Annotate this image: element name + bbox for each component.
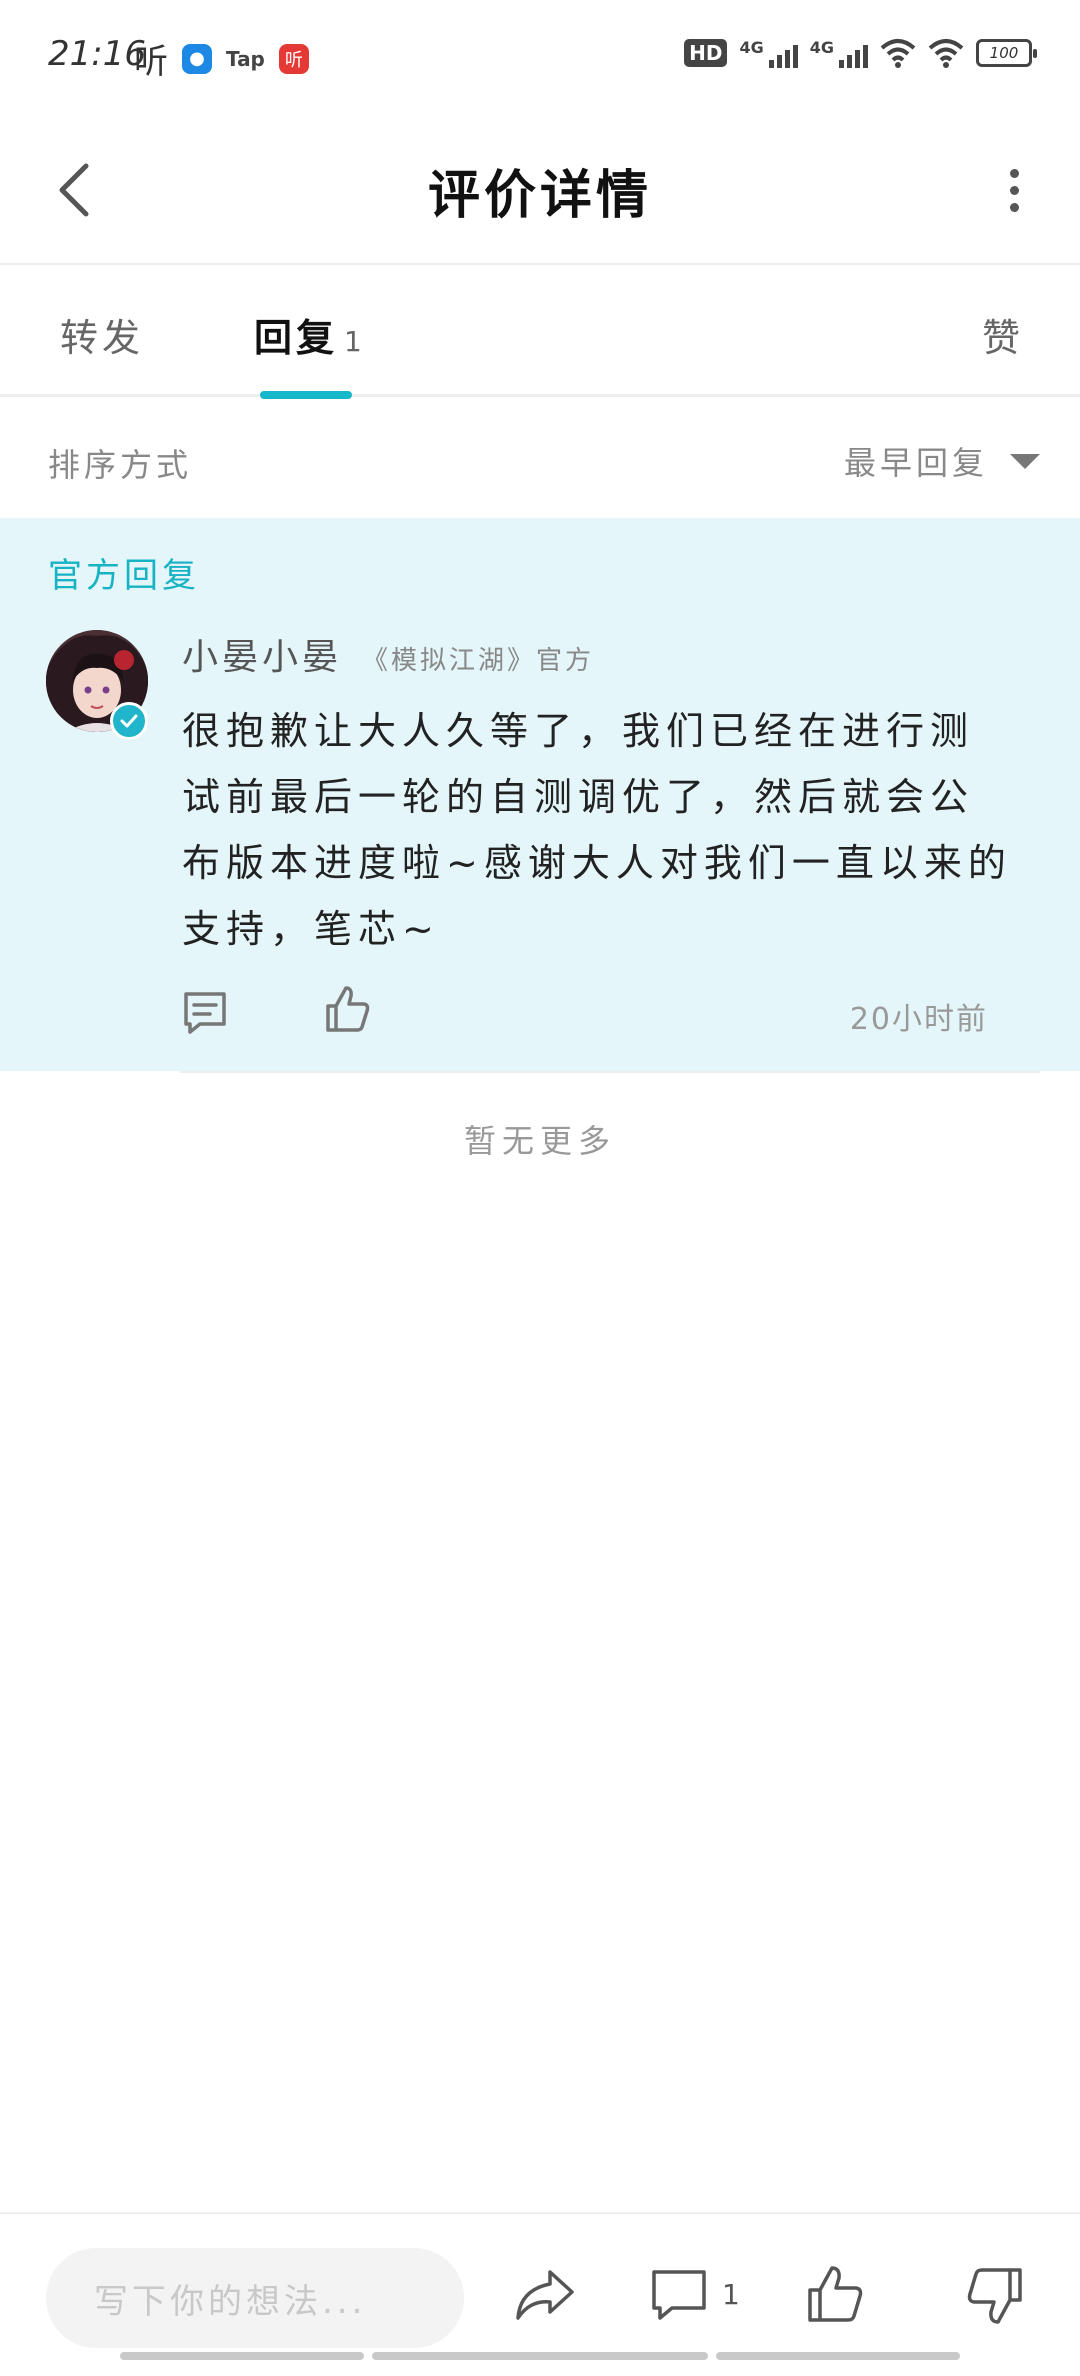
more-vertical-icon [1009, 168, 1019, 178]
tab-reply-count: 1 [344, 325, 366, 358]
tab-forward[interactable]: 转发 [60, 307, 144, 362]
battery-icon: 100 [976, 39, 1037, 67]
hd-icon: HD [684, 39, 728, 67]
gesture-bar-right [716, 2352, 960, 2360]
qq-icon: ● [182, 43, 212, 74]
sort-selected-value: 最早回复 [843, 444, 988, 482]
reply-timestamp: 20小时前 [849, 1002, 988, 1037]
share-button[interactable] [514, 2264, 576, 2326]
author-tag: 《模拟江湖》官方 [362, 646, 595, 676]
listen-app-icon: 听 [134, 42, 168, 82]
bottom-action-bar: 写下你的想法... 1 [0, 2212, 1080, 2376]
list-end-text: 暂无更多 [463, 1122, 616, 1160]
sort-bar: 排序方式 最早回复 [0, 400, 1080, 518]
verified-icon [110, 702, 148, 740]
comment-icon [184, 992, 226, 1034]
active-tab-indicator [260, 391, 352, 399]
thumbs-up-icon-bottom [808, 2266, 863, 2322]
official-reply-card: 官方回复 小晏小晏 《模拟江湖》官方 很抱歉让大人久等了，我们已经在进行测试前最… [0, 518, 1080, 1071]
like-button[interactable] [322, 984, 372, 1034]
tap-app-icon: Tap [226, 46, 265, 71]
status-bar: 21:16 听 ● Tap 听 HD 4G 4G 100 [0, 0, 1080, 115]
thumbs-up-icon [326, 986, 370, 1032]
status-system-icons: HD 4G 4G 100 [684, 38, 1037, 68]
app-header: 评价详情 [0, 115, 1080, 265]
author-name[interactable]: 小晏小晏 [182, 628, 342, 680]
share-icon [516, 2270, 574, 2320]
comment-count: 1 [722, 2278, 740, 2311]
tab-like[interactable]: 赞 [982, 307, 1024, 362]
comment-text: 很抱歉让大人久等了，我们已经在进行测试前最后一轮的自测调优了，然后就会公布版本进… [182, 709, 1012, 951]
wifi-icon [880, 39, 916, 68]
thumbs-down-icon [967, 2268, 1022, 2324]
comment-input[interactable]: 写下你的想法... [46, 2248, 464, 2348]
tab-reply-label: 回复 [254, 316, 339, 360]
tab-bar: 转发 回复 1 赞 [0, 267, 1080, 399]
page-title: 评价详情 [427, 166, 652, 226]
author-row: 小晏小晏 《模拟江湖》官方 [182, 628, 594, 680]
wifi-icon-2 [928, 39, 964, 68]
comment-count-button[interactable] [648, 2264, 710, 2326]
signal-icon: 4G [739, 38, 798, 68]
more-button[interactable] [984, 155, 1044, 225]
status-time: 21:16 [48, 34, 146, 74]
official-reply-label: 官方回复 [48, 556, 200, 596]
listen-red-app-icon: 听 [278, 43, 309, 74]
tab-reply[interactable]: 回复 1 [254, 307, 366, 362]
comment-input-placeholder: 写下你的想法... [94, 2281, 367, 2322]
chevron-down-icon [1010, 453, 1040, 469]
comment-icon-bottom [652, 2270, 706, 2320]
dislike-button[interactable] [964, 2264, 1026, 2326]
comment-button[interactable] [180, 988, 230, 1038]
gesture-bar-center [372, 2352, 708, 2360]
sort-label: 排序方式 [48, 446, 193, 484]
gesture-bar-left [120, 2352, 364, 2360]
status-notification-icons: 听 ● Tap 听 [134, 34, 309, 83]
like-bottom-button[interactable] [804, 2264, 866, 2326]
divider [180, 1071, 1040, 1073]
signal-icon-2: 4G [810, 38, 868, 68]
sort-dropdown[interactable]: 最早回复 [844, 438, 1040, 484]
